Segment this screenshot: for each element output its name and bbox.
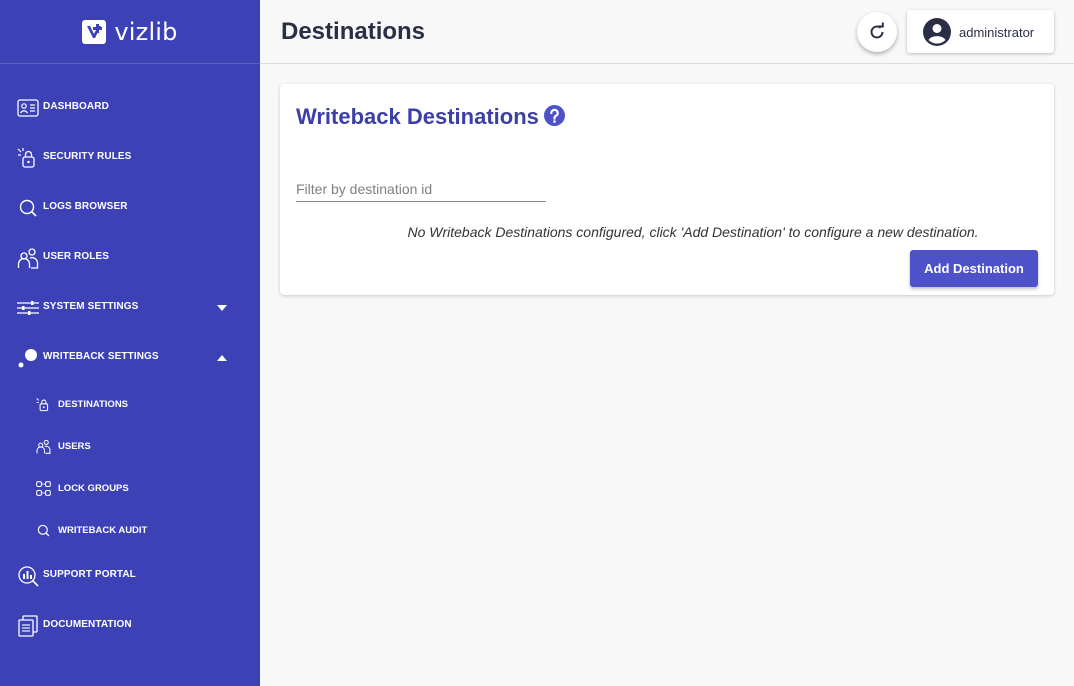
documents-icon [18, 615, 38, 637]
id-card-icon [17, 99, 39, 117]
sidebar-subitem-lock-groups[interactable]: LOCK GROUPS [0, 472, 260, 504]
sidebar-item-support-portal[interactable]: SUPPORT PORTAL [0, 556, 260, 596]
vizlib-logo-icon [82, 19, 107, 44]
brand-name: vizlib [114, 17, 178, 46]
brand-logo[interactable]: vizlib [0, 0, 260, 64]
sidebar-subitem-destinations[interactable]: DESTINATIONS [0, 388, 260, 420]
sidebar-item-label: LOGS BROWSER [43, 201, 128, 212]
search-icon [19, 199, 37, 217]
top-header: Destinations administrator [260, 0, 1074, 64]
users-icon [36, 439, 51, 454]
sidebar-item-writeback-settings[interactable]: WRITEBACK SETTINGS [0, 338, 260, 378]
sliders-icon [17, 301, 39, 315]
sidebar-item-label: USER ROLES [43, 251, 110, 262]
add-destination-button[interactable]: Add Destination [910, 250, 1038, 287]
sidebar-subitem-writeback-audit[interactable]: WRITEBACK AUDIT [0, 514, 260, 546]
sidebar-subitem-label: LOCK GROUPS [58, 483, 129, 494]
page-title: Destinations [281, 18, 426, 45]
sidebar-subitem-label: WRITEBACK AUDIT [58, 525, 148, 536]
writeback-icon [18, 349, 37, 368]
lock-click-icon [36, 398, 49, 412]
sidebar-item-label: SUPPORT PORTAL [43, 569, 136, 580]
sidebar-item-user-roles[interactable]: USER ROLES [0, 238, 260, 278]
card-title: Writeback Destinations [296, 104, 539, 129]
users-icon [17, 248, 39, 269]
chevron-up-icon [217, 355, 227, 361]
writeback-destinations-card: Writeback Destinations No Writeback Dest… [280, 84, 1054, 295]
user-menu-button[interactable]: administrator [907, 10, 1054, 53]
sidebar-subitem-label: DESTINATIONS [58, 399, 129, 410]
empty-state-text: No Writeback Destinations configured, cl… [407, 224, 979, 240]
search-icon [37, 524, 50, 537]
lock-groups-icon [36, 481, 51, 496]
help-icon[interactable] [544, 105, 565, 126]
sidebar-item-label: WRITEBACK SETTINGS [43, 351, 159, 362]
sidebar-item-label: SYSTEM SETTINGS [43, 301, 139, 312]
sidebar-subitem-label: USERS [58, 441, 91, 452]
sidebar-item-logs-browser[interactable]: LOGS BROWSER [0, 188, 260, 228]
sidebar-item-system-settings[interactable]: SYSTEM SETTINGS [0, 288, 260, 328]
sidebar-item-dashboard[interactable]: DASHBOARD [0, 88, 260, 128]
refresh-icon [870, 22, 884, 39]
sidebar-item-security-rules[interactable]: SECURITY RULES [0, 138, 260, 178]
sidebar-item-label: DASHBOARD [43, 101, 109, 112]
sidebar-item-label: DOCUMENTATION [43, 619, 132, 630]
refresh-button[interactable] [857, 12, 897, 52]
user-avatar-icon [923, 18, 951, 46]
sidebar-item-documentation[interactable]: DOCUMENTATION [0, 606, 260, 646]
filter-destination-input[interactable] [296, 176, 546, 202]
sidebar-subitem-users[interactable]: USERS [0, 430, 260, 462]
lock-click-icon [17, 148, 35, 168]
chevron-down-icon [217, 305, 227, 311]
sidebar-item-label: SECURITY RULES [43, 151, 132, 162]
empty-state-message: No Writeback Destinations configured, cl… [280, 224, 1054, 240]
username-label: administrator [959, 25, 1035, 40]
support-icon [18, 566, 39, 587]
sidebar: vizlib DASHBOARD SECURITY RULES LOGS BRO… [0, 0, 260, 686]
